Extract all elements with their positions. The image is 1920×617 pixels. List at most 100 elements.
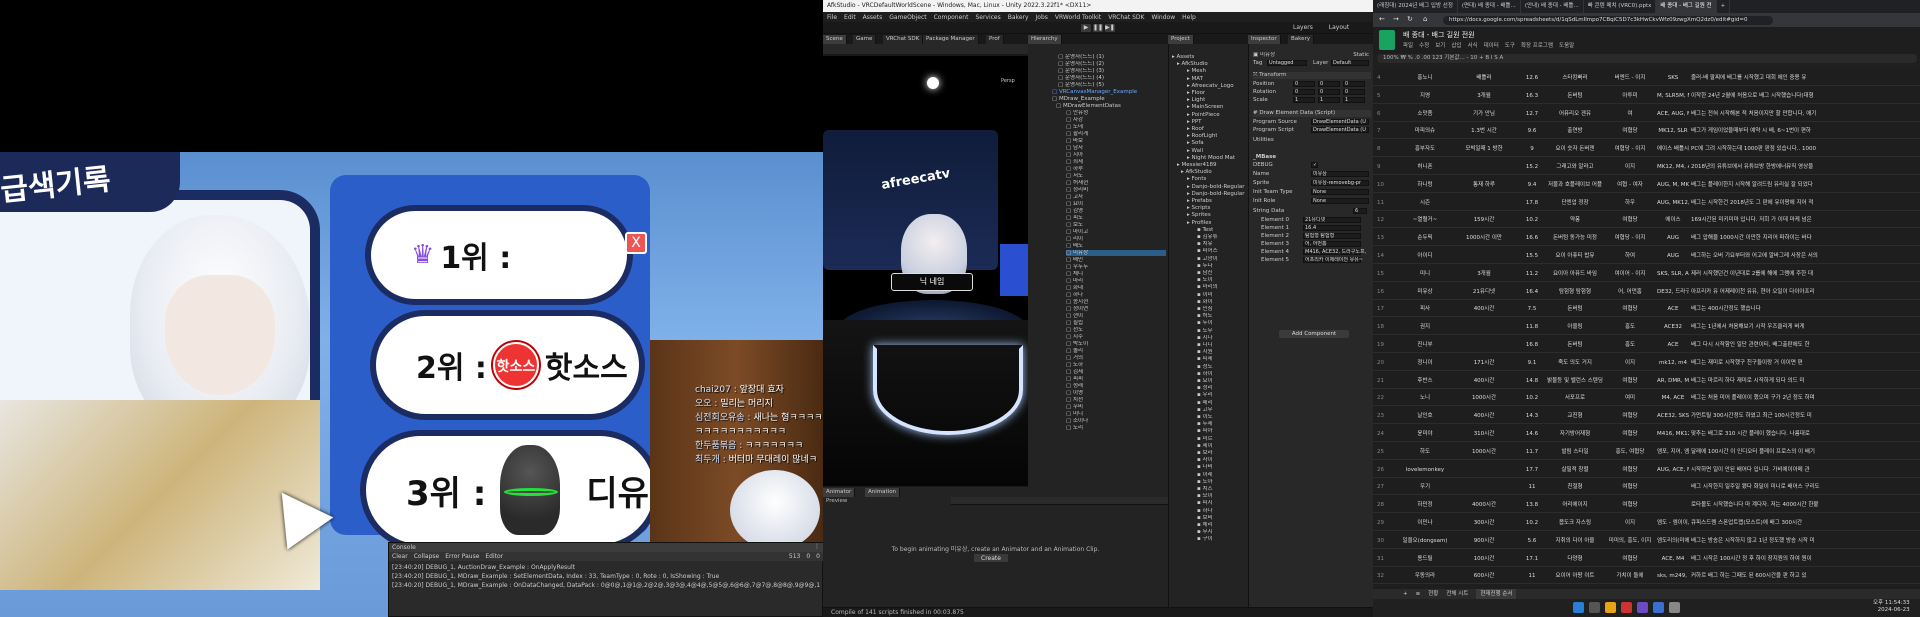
row-number[interactable]: 20 <box>1377 359 1393 367</box>
table-cell[interactable]: 여협당 <box>1605 412 1655 420</box>
row-number[interactable]: 11 <box>1377 199 1393 207</box>
table-cell[interactable]: 피사 <box>1401 305 1449 313</box>
table-cell[interactable]: 가치이 돌에 <box>1605 572 1655 580</box>
table-cell[interactable]: 아투미 <box>1605 92 1655 100</box>
hierarchy-item[interactable]: ▢ 바보 <box>1066 138 1083 144</box>
table-cell[interactable]: 1000시간 이만 <box>1451 234 1517 242</box>
table-cell[interactable]: sks, m249, m4 <box>1657 572 1689 580</box>
project-item[interactable]: ▪ 우리 <box>1197 392 1213 398</box>
row-number[interactable]: 29 <box>1377 519 1393 527</box>
table-cell[interactable]: SKS, SLR, ACE, M416 <box>1657 270 1689 278</box>
menu-assets[interactable]: Assets <box>863 14 883 21</box>
project-item[interactable]: ▪ 요이 <box>1197 378 1213 384</box>
table-cell[interactable]: 여 <box>1605 110 1655 118</box>
table-cell[interactable]: SKS <box>1657 74 1689 82</box>
table-cell[interactable]: PC에 그려 시작하는데 1000판 판점 있습니다.. 1000 <box>1691 145 1919 153</box>
row-number[interactable]: 27 <box>1377 483 1393 491</box>
table-cell[interactable]: 11.7 <box>1519 448 1545 456</box>
table-cell[interactable]: 저물과 호플레이브 어플 <box>1547 181 1603 189</box>
sheet-tab[interactable]: 전체 시트 <box>1446 589 1468 599</box>
layers-dropdown[interactable]: Layers <box>1293 24 1313 31</box>
table-cell[interactable]: 여협당 <box>1605 466 1655 474</box>
table-cell[interactable]: 교진형 <box>1547 412 1603 420</box>
hierarchy-item[interactable]: ▢ 하루 <box>1066 166 1083 172</box>
table-cell[interactable]: 배그는 전혀 시작해본 적 처음이지만 할 만합니다, 애기 <box>1691 110 1919 118</box>
hierarchy-item[interactable]: ▢ 보노 <box>1066 222 1083 228</box>
table-cell[interactable]: 시즌 <box>1401 199 1449 207</box>
table-cell[interactable]: 여협당 <box>1605 430 1655 438</box>
table-cell[interactable]: 노니 <box>1401 394 1449 402</box>
table-cell[interactable]: 엠도리의(미에서)드모도에 <box>1657 537 1689 545</box>
table-cell[interactable]: 2018년의 유튜브에서 유튜브방 한방에너뮤직 영상을 <box>1691 163 1919 171</box>
file-explorer-icon[interactable] <box>1605 602 1616 613</box>
vscode-icon[interactable] <box>1653 602 1664 613</box>
menu-tools[interactable]: 도구 <box>1505 41 1515 49</box>
table-cell[interactable]: 커하르 배그 하는 그때도 된 600시간을 판 하고 있 <box>1691 572 1919 580</box>
project-item[interactable]: ▪ 두다 <box>1197 263 1213 269</box>
project-item[interactable]: ▪ 두세 <box>1197 421 1213 427</box>
hierarchy-item[interactable]: ▢ 체니 <box>1066 271 1083 277</box>
project-item[interactable]: ▪ 정노 <box>1197 364 1213 370</box>
table-cell[interactable] <box>1451 252 1517 260</box>
row-number[interactable]: 19 <box>1377 341 1393 349</box>
project-item[interactable]: ▪ 모이 <box>1197 493 1213 499</box>
static-toggle[interactable]: Static <box>1353 52 1369 59</box>
table-cell[interactable]: 여이어 - 이지 <box>1605 270 1655 278</box>
table-cell[interactable]: 순두픽 <box>1401 234 1449 242</box>
table-cell[interactable]: 출연방 <box>1547 127 1603 135</box>
browser-tab[interactable]: (래칭대) 2024년 배그 입방 선정 <box>1373 0 1458 13</box>
element-field[interactable]: M416, ACE32, 드라구노프, <box>1303 249 1366 255</box>
board-close-button[interactable]: X <box>625 232 647 254</box>
table-cell[interactable]: 기가 안님 <box>1451 110 1517 118</box>
project-item[interactable]: ▸ MainScreen <box>1187 104 1224 110</box>
sheet-tab[interactable]: 현황 <box>1428 589 1438 599</box>
program-source-field[interactable]: DrawElementData (U <box>1311 119 1369 125</box>
table-cell[interactable]: 여협당 <box>1605 483 1655 491</box>
project-item[interactable]: ▸ Roof <box>1187 126 1204 132</box>
table-cell[interactable]: 100시간 <box>1451 555 1517 563</box>
row-number[interactable]: 4 <box>1377 74 1393 82</box>
table-cell[interactable]: M4, ACE <box>1657 394 1689 402</box>
console-tab[interactable]: Console <box>392 544 416 551</box>
table-cell[interactable]: 자기방어재형 <box>1547 430 1603 438</box>
string-data-count[interactable]: 6 <box>1353 208 1367 214</box>
table-cell[interactable]: 12.6 <box>1519 74 1545 82</box>
position-x[interactable]: 0 <box>1293 81 1315 87</box>
table-cell[interactable]: 모빅일때 1 방한 <box>1451 145 1517 153</box>
hierarchy-item[interactable]: ▢ 우비 <box>1066 404 1083 410</box>
hierarchy-item[interactable]: ▢ 허재현 <box>1066 180 1088 186</box>
table-cell[interactable]: 홍노니 <box>1401 74 1449 82</box>
table-cell[interactable]: 배그는 1년에서 처음해보기 시작 우즈클리게 버게 <box>1691 323 1919 331</box>
string-data-foldout[interactable]: String Data 6 <box>1253 208 1371 215</box>
project-item[interactable]: ▪ 지나 <box>1197 335 1213 341</box>
project-item[interactable]: ▸ Night Mood Mat <box>1187 155 1235 161</box>
table-cell[interactable] <box>1451 323 1517 331</box>
team-type-dropdown[interactable]: None <box>1311 189 1369 195</box>
table-cell[interactable]: 159시간 <box>1451 216 1517 224</box>
browser-tab[interactable]: 빠 콘텐 메치 (VRC0).pptx <box>1584 0 1657 13</box>
table-cell[interactable]: 5.6 <box>1519 537 1545 545</box>
table-cell[interactable]: 하우 <box>1605 199 1655 207</box>
table-cell[interactable]: AR, DMR, MK6 <box>1657 377 1689 385</box>
table-cell[interactable]: lovelemonkey <box>1401 466 1449 474</box>
project-item[interactable]: ▸ Sprites <box>1187 212 1211 218</box>
project-item[interactable]: ▪ 지원 <box>1197 349 1213 355</box>
menu-vrchat-sdk[interactable]: VRChat SDK <box>1108 14 1144 21</box>
table-cell[interactable]: 일을오(dongsam) <box>1401 537 1449 545</box>
table-cell[interactable]: 흥부자도 <box>1401 145 1449 153</box>
table-cell[interactable]: 16.4 <box>1519 288 1545 296</box>
table-cell[interactable]: 돈버텀 동가능 미정 <box>1547 234 1603 242</box>
project-item[interactable]: ▸ Light <box>1187 97 1205 103</box>
scale-z[interactable]: 1 <box>1343 97 1365 103</box>
scale-x[interactable]: 1 <box>1293 97 1315 103</box>
table-cell[interactable]: 여협당 <box>1605 216 1655 224</box>
table-cell[interactable]: 배그가 게임이었을때부터 예약 시 배, 6~1번이 편하 <box>1691 127 1919 135</box>
project-item[interactable]: ▪ 이레 <box>1197 472 1213 478</box>
element-field[interactable]: 어프리카 이제레이천 유유~ <box>1303 257 1363 263</box>
animation-timeline[interactable] <box>951 497 1168 505</box>
console-log-line[interactable]: [23:40:20] DEBUG_1, AuctionDraw_Example … <box>392 564 820 572</box>
hierarchy-item[interactable]: ▢ 할리게 <box>1066 131 1088 137</box>
table-cell[interactable]: 정니이 <box>1401 359 1449 367</box>
table-cell[interactable]: 여미 <box>1605 394 1655 402</box>
tab-package-manager[interactable]: Package Manager <box>923 35 979 44</box>
